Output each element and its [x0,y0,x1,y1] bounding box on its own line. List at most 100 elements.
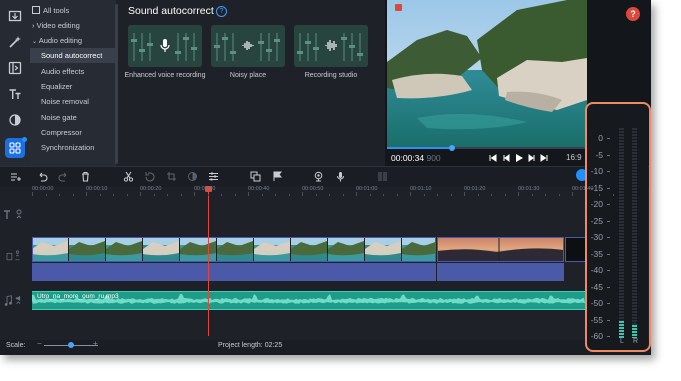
title-track-lane[interactable] [30,203,651,233]
category-audio-effects[interactable]: Audio effects [30,64,116,79]
transitions-icon[interactable] [5,58,25,78]
ruler-tick [140,192,141,196]
chevron-right-icon: › [32,21,35,30]
ruler-tick [221,194,222,196]
preset-enhanced-voice[interactable] [128,25,202,67]
ruler-tick [410,192,411,196]
category-noise-gate[interactable]: Noise gate [30,110,116,125]
crop-icon[interactable] [166,171,177,182]
filters-icon[interactable] [5,110,25,130]
ruler-tick [59,194,60,196]
ruler-tick [531,194,533,196]
chevron-down-icon: ⌄ [32,39,38,45]
more-tools-icon[interactable] [5,137,27,158]
ruler-tick [558,194,560,196]
ruler-time-label: 00:00:20 [140,186,162,192]
webcam-icon[interactable] [313,171,324,182]
ruler-tick [153,194,155,196]
step-forward-icon[interactable] [528,154,536,162]
category-compressor[interactable]: Compressor [30,125,116,140]
record-voice-icon[interactable] [335,171,346,182]
playhead-line[interactable] [208,188,209,336]
color-adjust-icon[interactable] [187,171,198,182]
preset-noisy-place[interactable] [211,25,285,67]
ruler-tick [288,194,290,196]
help-button[interactable]: ? [626,7,640,21]
ruler-tick [180,194,182,196]
category-all-tools[interactable]: All tools [30,3,116,18]
add-track-icon[interactable] [10,171,21,182]
timeline-toolbar [0,166,651,187]
align-icon[interactable] [377,171,388,182]
aspect-ratio[interactable]: 16:9 [566,153,582,162]
category-noise-removal[interactable]: Noise removal [30,94,116,109]
preset-recording-studio[interactable] [294,25,368,67]
step-back-icon[interactable] [502,154,510,162]
category-sound-autocorrect[interactable]: Sound autocorrect [30,48,116,63]
title-track-header [4,209,22,219]
rotate-icon[interactable] [144,171,155,182]
tools-category-list: All tools › Video editing ⌄ Audio editin… [30,0,116,166]
split-icon[interactable] [123,171,134,182]
ruler-tick [275,194,276,196]
ruler-tick [302,192,303,196]
help-icon[interactable]: ? [216,6,227,17]
video-clip-2-audio[interactable] [437,263,564,281]
ruler-tick [248,192,249,196]
music-track-header [4,295,21,306]
magic-wand-icon[interactable] [5,32,25,52]
record-indicator [395,4,402,11]
ruler-tick [477,194,479,196]
ruler-time-label: 00:00:50 [302,186,324,192]
delete-icon[interactable] [80,171,91,182]
zoom-in-icon[interactable]: + [93,339,98,348]
ruler-tick [383,194,384,196]
ruler-tick [572,192,573,196]
ruler-tick [99,194,101,196]
ruler-tick [234,194,236,196]
sound-autocorrect-panel: Sound autocorrect ? Enhanced voice recor… [118,0,384,166]
ruler-tick [86,192,87,196]
editor-window: All tools › Video editing ⌄ Audio editin… [0,0,651,355]
titles-icon[interactable] [5,84,25,104]
go-to-start-icon[interactable] [489,154,497,162]
player-time: 00:00:34 900 [391,153,441,163]
player-seekbar[interactable] [387,147,587,149]
category-video-editing[interactable]: › Video editing [30,18,116,33]
play-icon[interactable] [515,154,523,162]
video-clip-3[interactable] [565,237,587,262]
redo-icon[interactable] [58,171,69,182]
go-to-end-icon[interactable] [540,154,548,162]
seekbar-knob[interactable] [449,145,455,151]
ruler-tick [518,192,519,196]
scale-slider-knob[interactable] [68,342,74,348]
category-audio-editing[interactable]: ⌄ Audio editing [30,33,116,48]
ruler-time-label: 00:00:10 [86,186,108,192]
microphone-icon [160,39,170,52]
audio-clip[interactable]: Utro_na_more_oum_ru.mp3 [32,291,585,310]
panel-title: Sound autocorrect [128,5,214,17]
category-equalizer[interactable]: Equalizer [30,79,116,94]
video-clip-1[interactable] [32,237,436,262]
zoom-out-icon[interactable]: − [37,339,42,348]
overlay-icon[interactable] [250,171,261,182]
ruler-tick [113,194,114,196]
category-synchronization[interactable]: Synchronization [30,140,116,155]
ruler-tick [72,194,74,196]
clip-properties-icon[interactable] [208,171,219,182]
marker-flag-icon[interactable] [272,171,283,182]
notification-dot [22,137,27,142]
ruler-tick [423,194,425,196]
video-clip-2[interactable] [437,237,564,262]
ruler-tick [369,194,371,196]
scale-label: Scale: [6,342,26,349]
ruler-tick [491,194,492,196]
ruler-time-label: 00:01:10 [410,186,432,192]
audio-clip-name: Utro_na_more_oum_ru.mp3 [37,293,119,300]
ruler-tick [167,194,168,196]
import-icon[interactable] [5,6,25,26]
undo-icon[interactable] [37,171,48,182]
ruler-tick [464,192,465,196]
video-clip-1-audio[interactable] [32,263,436,281]
ruler-tick [315,194,317,196]
